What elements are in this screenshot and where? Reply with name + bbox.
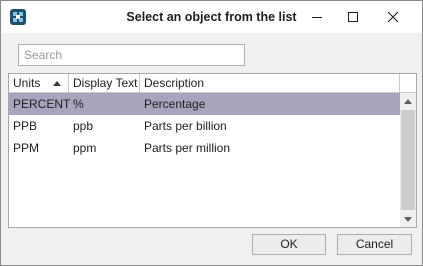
arrow-down-icon [404, 216, 412, 222]
cell-display-text: ppm [73, 141, 97, 155]
table-body: PERCENT % Percentage PPB ppb Parts per b… [9, 93, 400, 159]
ok-button[interactable]: OK [252, 234, 326, 255]
column-header-description[interactable]: Description [140, 74, 400, 93]
search-input[interactable] [18, 44, 245, 66]
vertical-scrollbar[interactable] [400, 93, 416, 227]
units-table: Units Display Text Description PERCENT %… [8, 73, 417, 228]
cell-display-text: ppb [73, 119, 94, 133]
arrow-up-icon [404, 98, 412, 104]
maximize-icon [348, 12, 358, 22]
cell-display-text: % [73, 97, 84, 111]
minimize-icon [312, 17, 322, 18]
minimize-button[interactable] [299, 1, 335, 33]
column-header-label: Display Text [73, 76, 138, 90]
dialog-window: Select an object from the list Units [0, 0, 423, 266]
cell-description: Parts per million [144, 141, 231, 155]
cell-units: PERCENT [13, 97, 71, 111]
close-icon [387, 11, 399, 23]
close-button[interactable] [375, 1, 411, 33]
column-header-label: Description [144, 76, 205, 90]
scrollbar-thumb[interactable] [401, 110, 415, 210]
maximize-button[interactable] [335, 1, 371, 33]
column-header-display-text[interactable]: Display Text [69, 74, 140, 93]
header-corner [400, 74, 416, 93]
cell-units: PPM [13, 141, 40, 155]
table-row[interactable]: PERCENT % Percentage [9, 93, 400, 115]
cell-description: Parts per billion [144, 119, 227, 133]
column-header-label: Units [13, 76, 41, 90]
column-header-units[interactable]: Units [9, 74, 69, 93]
scroll-up-button[interactable] [400, 93, 416, 109]
cell-description: Percentage [144, 97, 206, 111]
scroll-down-button[interactable] [400, 211, 416, 227]
cell-units: PPB [13, 119, 38, 133]
table-header: Units Display Text Description [9, 74, 416, 93]
sort-ascending-icon [53, 81, 61, 86]
table-row[interactable]: PPM ppm Parts per million [9, 137, 400, 159]
table-row[interactable]: PPB ppb Parts per billion [9, 115, 400, 137]
title-bar[interactable]: Select an object from the list [1, 1, 422, 33]
cancel-button[interactable]: Cancel [337, 234, 412, 255]
